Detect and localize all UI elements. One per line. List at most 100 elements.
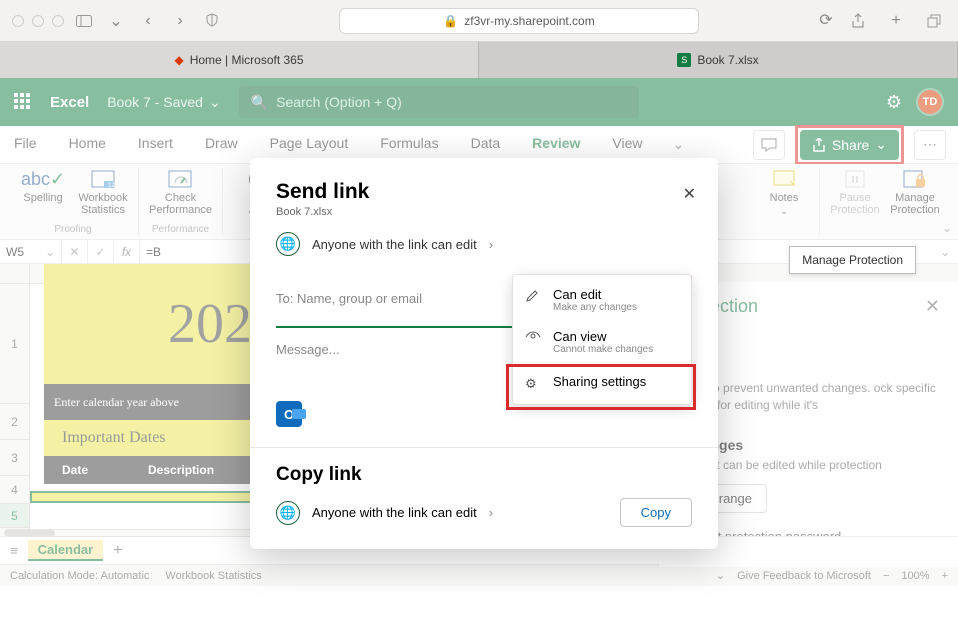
performance-icon xyxy=(165,168,195,190)
perm-can-edit[interactable]: Can edit Make any changes xyxy=(513,279,691,321)
dialog-subtitle: Book 7.xlsx xyxy=(276,206,692,218)
col-description: Description xyxy=(148,463,214,477)
col-date: Date xyxy=(62,463,88,477)
pause-protection-button[interactable]: Pause Protection xyxy=(830,168,880,216)
url-bar[interactable]: 🔒 zf3vr-my.sharepoint.com xyxy=(339,8,699,34)
search-input[interactable]: 🔍 Search (Option + Q) xyxy=(239,86,639,118)
comments-button[interactable] xyxy=(753,130,785,160)
name-box[interactable]: W5⌄ xyxy=(0,240,62,263)
tab-draw[interactable]: Draw xyxy=(203,126,240,163)
row-headers: 1 2 3 4 5 xyxy=(0,264,30,536)
row-header[interactable]: 5 xyxy=(0,504,29,528)
search-placeholder: Search (Option + Q) xyxy=(276,94,402,110)
tab-home[interactable]: Home xyxy=(67,126,108,163)
tabs-icon[interactable] xyxy=(922,9,946,33)
check-performance-button[interactable]: Check Performance xyxy=(149,168,212,216)
feedback-link[interactable]: Give Feedback to Microsoft xyxy=(737,570,871,582)
calc-mode: Calculation Mode: Automatic xyxy=(10,570,149,582)
avatar[interactable]: TD xyxy=(916,88,944,116)
share-button[interactable]: Share ⌄ xyxy=(800,130,899,160)
share-icon xyxy=(812,138,826,152)
close-icon[interactable]: ✕ xyxy=(683,184,696,204)
tab-insert[interactable]: Insert xyxy=(136,126,175,163)
more-button[interactable]: ⋯ xyxy=(914,130,946,160)
row-header[interactable]: 4 xyxy=(0,476,29,504)
add-sheet-icon[interactable]: + xyxy=(113,542,122,560)
sharing-settings-highlight xyxy=(506,364,696,410)
app-launcher-icon[interactable] xyxy=(14,93,32,111)
spelling-button[interactable]: abc✓ Spelling xyxy=(18,168,68,216)
accept-formula-icon[interactable]: ✓ xyxy=(88,240,114,263)
zoom-level: 100% xyxy=(901,570,929,582)
notes-icon xyxy=(769,168,799,190)
pause-icon xyxy=(840,168,870,190)
tab-favicon-icon: ◆ xyxy=(174,53,183,67)
cancel-formula-icon[interactable]: ✕ xyxy=(62,240,88,263)
formula-input[interactable]: =B xyxy=(140,245,167,259)
zoom-in-icon[interactable]: + xyxy=(942,570,948,582)
chevron-down-icon[interactable]: ⌄ xyxy=(716,569,725,582)
copy-link-title: Copy link xyxy=(276,464,692,486)
share-label: Share xyxy=(832,137,869,153)
perm-can-view[interactable]: Can view Cannot make changes xyxy=(513,321,691,363)
new-tab-icon[interactable]: + xyxy=(884,9,908,33)
chevron-down-icon: ⌄ xyxy=(780,206,788,217)
sheet-tab-calendar[interactable]: Calendar xyxy=(28,540,104,561)
chevron-right-icon: › xyxy=(489,237,493,252)
select-all[interactable] xyxy=(0,264,29,284)
document-name[interactable]: Book 7 - Saved ⌄ xyxy=(107,94,220,111)
sheet-menu-icon[interactable]: ≡ xyxy=(10,543,18,558)
maximize-window[interactable] xyxy=(52,15,64,27)
row-header[interactable]: 3 xyxy=(0,440,29,476)
sidebar-icon[interactable] xyxy=(72,9,96,33)
excel-header: Excel Book 7 - Saved ⌄ 🔍 Search (Option … xyxy=(0,78,958,126)
notes-button[interactable]: Notes ⌄ xyxy=(759,168,809,217)
group-notes: Notes ⌄ xyxy=(749,168,820,235)
copy-scope-label[interactable]: Anyone with the link can edit xyxy=(312,505,477,520)
perm-label: Can view xyxy=(553,329,653,344)
spelling-icon: abc✓ xyxy=(28,168,58,190)
lock-icon: 🔒 xyxy=(443,14,458,28)
browser-tab-book7[interactable]: S Book 7.xlsx xyxy=(479,42,958,78)
chevron-down-icon: ⌄ xyxy=(875,136,887,153)
row-header[interactable]: 1 xyxy=(0,284,29,404)
browser-chrome: ⌄ ‹ › 🔒 zf3vr-my.sharepoint.com ⟳ + xyxy=(0,0,958,42)
minimize-window[interactable] xyxy=(32,15,44,27)
tab-file[interactable]: File xyxy=(12,126,39,163)
back-icon[interactable]: ‹ xyxy=(136,9,160,33)
shield-icon[interactable] xyxy=(200,8,224,32)
send-link-dialog: Send link Book 7.xlsx ✕ 🌐 Anyone with th… xyxy=(250,158,718,549)
group-label: Performance xyxy=(152,224,209,235)
close-icon[interactable]: ✕ xyxy=(925,296,940,317)
chevron-down-icon: ⌄ xyxy=(209,94,221,111)
browser-tab-home[interactable]: ◆ Home | Microsoft 365 xyxy=(0,42,479,78)
ribbon-collapse-icon[interactable]: ⌄ xyxy=(942,221,952,235)
gear-icon[interactable]: ⚙ xyxy=(886,92,902,113)
row-header[interactable]: 2 xyxy=(0,404,29,440)
expand-formula-icon[interactable]: ⌄ xyxy=(932,245,958,259)
zoom-out-icon[interactable]: − xyxy=(883,570,889,582)
chevron-down-icon[interactable]: ⌄ xyxy=(673,136,685,153)
share-highlight: Share ⌄ xyxy=(795,125,904,165)
share-icon[interactable] xyxy=(846,9,870,33)
chevron-down-icon[interactable]: ⌄ xyxy=(104,9,128,33)
browser-tab-strip: ◆ Home | Microsoft 365 S Book 7.xlsx xyxy=(0,42,958,78)
search-icon: 🔍 xyxy=(251,94,268,111)
group-label: Proofing xyxy=(54,224,91,235)
manage-protection-button[interactable]: Manage Protection xyxy=(890,168,940,216)
group-protection: Pause Protection Manage Protection xyxy=(820,168,950,235)
copy-button[interactable]: Copy xyxy=(620,498,692,527)
workbook-stats-link[interactable]: Workbook Statistics xyxy=(165,570,261,582)
lock-icon xyxy=(900,168,930,190)
forward-icon[interactable]: › xyxy=(168,9,192,33)
link-scope-button[interactable]: 🌐 Anyone with the link can edit › xyxy=(276,232,692,256)
workbook-stats-button[interactable]: 123 Workbook Statistics xyxy=(78,168,128,216)
reload-icon[interactable]: ⟳ xyxy=(814,8,838,32)
fx-icon[interactable]: fx xyxy=(114,240,140,263)
to-placeholder: To: Name, group or email xyxy=(276,291,422,306)
brand: Excel xyxy=(50,94,89,111)
outlook-icon[interactable]: O xyxy=(276,401,302,427)
scope-label: Anyone with the link can edit xyxy=(312,237,477,252)
perm-label: Can edit xyxy=(553,287,637,302)
close-window[interactable] xyxy=(12,15,24,27)
